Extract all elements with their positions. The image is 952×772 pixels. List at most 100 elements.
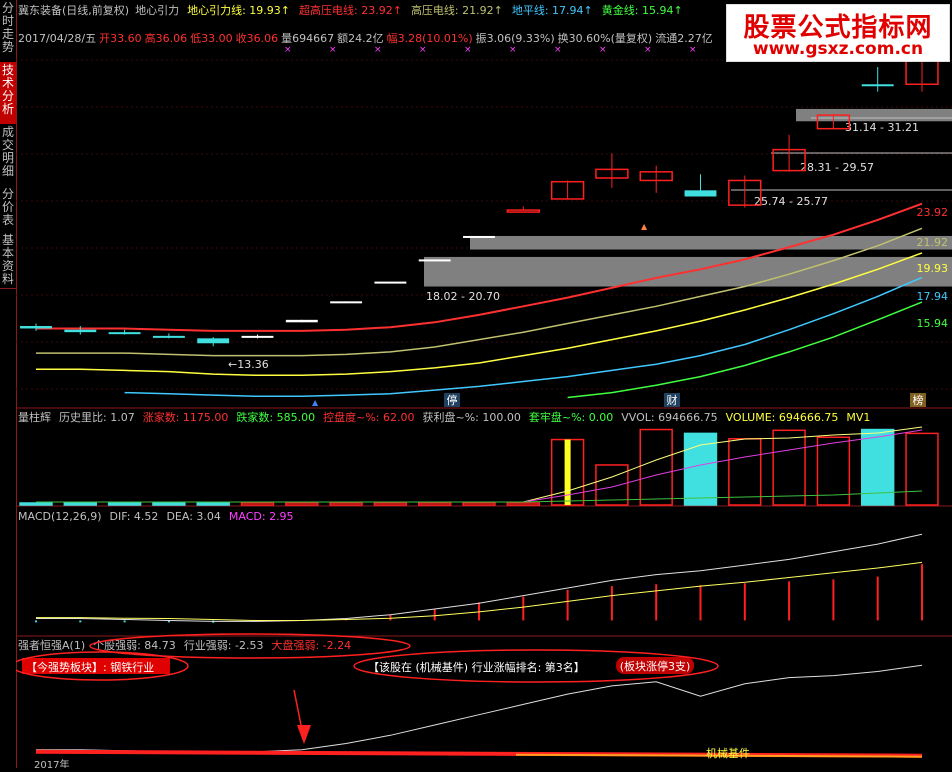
badge-1: 财 (667, 393, 678, 407)
vol-header-2: 涨家数: 1175.00 (143, 410, 229, 424)
up-marker: ▲ (641, 222, 648, 231)
sidebar-tab-4[interactable]: 基本资料 (0, 232, 16, 289)
candle-body (684, 190, 717, 197)
header-ohlc-2: 高36.06 (145, 31, 188, 45)
header-line-4: 黄金线: 15.94↑ (602, 3, 683, 17)
header-ohlc-4: 收36.06 (236, 31, 279, 45)
header-ohlc-9: 换30.60%(量复权) (558, 31, 653, 45)
volume-bar (772, 429, 806, 506)
volume-bar (506, 502, 540, 506)
marker-x: × (419, 45, 427, 55)
candle-body (285, 319, 318, 323)
volume-bar (595, 464, 629, 506)
header-line-2: 高压电线: 21.92↑ (411, 3, 503, 17)
volume-bar (329, 502, 363, 506)
badge-2: 榜 (913, 393, 924, 407)
rank-text: 【该股在 (机械基件) 行业涨幅排名: 第3名】 (368, 660, 585, 674)
volume-ma-0 (36, 426, 923, 503)
header-ohlc-10: 流通2.27亿 (655, 31, 713, 45)
volume-bar (63, 501, 97, 506)
macd-header-0: MACD(12,26,9) (18, 510, 102, 523)
volume-bar (905, 432, 939, 506)
badge-0: 停 (447, 393, 458, 407)
low-label: ←13.36 (228, 358, 269, 371)
marker-x: × (329, 45, 337, 55)
vol-header-8: VOLUME: 694666.75 (726, 411, 839, 424)
chart-area: 冀东装备(日线,前复权) 地心引力 地心引力线: 19.93↑ 超高压电线: 23.9… (11, 0, 952, 772)
candle-body (418, 259, 451, 262)
header-ohlc-1: 开33.60 (99, 32, 142, 45)
vol-header-5: 获利盘~%: 100.00 (422, 410, 520, 424)
candle-body (197, 338, 230, 344)
volume-bar (152, 502, 186, 506)
zone-label-2: 25.74 - 25.77 (754, 195, 828, 208)
marker-x: × (554, 45, 562, 55)
volume-bar (728, 438, 762, 506)
candle-body (374, 281, 407, 284)
macd-header-2: DEA: 3.04 (166, 510, 220, 523)
sidebar-tab-0[interactable]: 分时走势 (0, 0, 16, 63)
sidebar-tab-1[interactable]: 技术分析 (0, 62, 16, 125)
volume-bar (285, 502, 319, 506)
candle-body (241, 335, 274, 338)
marker-x: × (689, 45, 697, 55)
candle-body (330, 301, 363, 304)
volume-bar (196, 502, 230, 506)
watermark-url: www.gsxz.com.cn (752, 39, 924, 59)
chart-svg: 冀东装备(日线,前复权) 地心引力 地心引力线: 19.93↑ 超高压电线: 23.9… (11, 3, 952, 771)
marker-x: × (509, 45, 517, 55)
watermark: 股票公式指标网 www.gsxz.com.cn (726, 4, 950, 62)
volume-bar (373, 502, 408, 506)
volume-ma-1 (36, 429, 923, 503)
footer-date: 2017年 (34, 758, 69, 768)
right-value-3: 17.94 (917, 290, 949, 303)
volume-bar (418, 502, 452, 506)
blue-marker: ▲ (312, 398, 319, 407)
header-stock: 冀东装备(日线,前复权) (18, 3, 129, 17)
candle-body (64, 329, 97, 333)
candle-body (108, 332, 141, 335)
industry-label: 机械基件 (706, 746, 750, 760)
marker-x: × (284, 45, 292, 55)
vol-header-0: 量柱辉 (18, 410, 51, 424)
strength-line (36, 664, 923, 755)
volume-bar (19, 502, 53, 506)
volume-bar (683, 432, 718, 506)
vol-header-3: 跌家数: 585.00 (236, 410, 315, 424)
right-value-2: 19.93 (917, 262, 949, 275)
marker-x: × (644, 45, 652, 55)
header-indicator: 地心引力 (135, 3, 179, 17)
macd-header-3: MACD: 2.95 (229, 510, 294, 523)
vol-header-9: MV1 (846, 411, 870, 424)
strength-header-3: 大盘强弱: -2.24 (271, 638, 351, 652)
candle-body (152, 335, 185, 338)
zone-label-3: 18.02 - 20.70 (426, 290, 500, 303)
sidebar-tab-3[interactable]: 分价表 (0, 186, 16, 233)
volume-bar (107, 502, 142, 506)
header-line-3: 地平线: 17.94↑ (512, 3, 593, 17)
volume-bar (639, 428, 673, 506)
right-value-4: 15.94 (917, 317, 949, 330)
candle-body (20, 326, 52, 329)
right-value-1: 21.92 (917, 236, 949, 249)
strength-header-2: 行业强弱: -2.53 (184, 639, 264, 652)
ma-line-4 (567, 301, 923, 399)
arrow-head (297, 725, 311, 744)
zone-label-0: 31.14 - 31.21 (845, 121, 919, 134)
header-ohlc-5: 量694667 (281, 32, 334, 45)
vol-header-4: 控盘度~%: 62.00 (323, 410, 414, 424)
macd-header-1: DIF: 4.52 (110, 510, 159, 523)
marker-x: × (599, 45, 607, 55)
marker-x: × (464, 45, 472, 55)
sidebar: 分时走势技术分析成交明细分价表基本资料 (0, 0, 17, 768)
right-value-0: 23.92 (917, 206, 949, 219)
candle-body (861, 84, 894, 87)
header-ohlc-0: 2017/04/28/五 (18, 32, 96, 45)
sidebar-tab-2[interactable]: 成交明细 (0, 124, 16, 187)
strength-header-0: 强者恒强A(1) (18, 639, 85, 652)
volume-bar (240, 502, 275, 506)
vol-header-7: VVOL: 694666.75 (621, 411, 717, 424)
zone-label-1: 28.31 - 29.57 (800, 161, 874, 174)
header-ohlc-7: 幅3.28(10.01%) (387, 32, 473, 45)
header-ohlc-8: 振3.06(9.33%) (476, 31, 555, 45)
